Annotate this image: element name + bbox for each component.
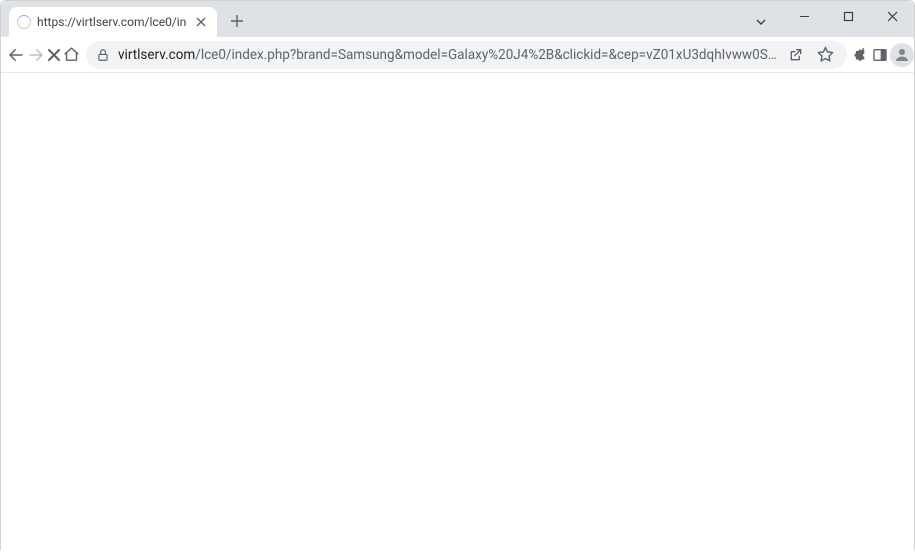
panel-icon: [872, 47, 888, 63]
chevron-down-icon: [755, 16, 767, 28]
back-button[interactable]: [7, 41, 25, 69]
title-bar: https://virtlserv.com/lce0/index.p: [1, 1, 914, 37]
puzzle-icon: [853, 46, 870, 63]
maximize-button[interactable]: [826, 1, 870, 31]
arrow-right-icon: [27, 46, 45, 64]
side-panel-button[interactable]: [872, 41, 888, 69]
close-icon: [47, 48, 61, 62]
url-domain: virtlserv.com: [118, 47, 195, 63]
url-path: /lce0/index.php?brand=Samsung&model=Gala…: [195, 47, 777, 63]
new-tab-button[interactable]: [223, 7, 251, 35]
share-icon: [788, 47, 804, 63]
share-button[interactable]: [785, 44, 807, 66]
home-button[interactable]: [63, 41, 80, 69]
toolbar: virtlserv.com/lce0/index.php?brand=Samsu…: [1, 37, 914, 73]
tab-title: https://virtlserv.com/lce0/index.p: [37, 15, 187, 29]
minimize-icon: [799, 11, 810, 22]
loading-spinner-icon: [17, 15, 31, 29]
extensions-button[interactable]: [853, 41, 870, 69]
lock-icon: [96, 48, 110, 62]
maximize-icon: [843, 11, 854, 22]
minimize-button[interactable]: [782, 1, 826, 31]
window-controls: [782, 1, 914, 31]
url-text: virtlserv.com/lce0/index.php?brand=Samsu…: [118, 47, 777, 63]
person-icon: [893, 46, 911, 64]
address-bar[interactable]: virtlserv.com/lce0/index.php?brand=Samsu…: [86, 41, 847, 69]
home-icon: [63, 46, 80, 63]
close-tab-button[interactable]: [193, 14, 209, 30]
browser-tab[interactable]: https://virtlserv.com/lce0/index.p: [9, 7, 217, 37]
tab-search-button[interactable]: [744, 7, 778, 37]
bookmark-button[interactable]: [815, 44, 837, 66]
star-icon: [817, 46, 834, 63]
forward-button[interactable]: [27, 41, 45, 69]
page-content: [1, 73, 914, 555]
avatar: [890, 43, 914, 67]
plus-icon: [230, 14, 244, 28]
close-icon: [196, 17, 206, 27]
arrow-left-icon: [7, 46, 25, 64]
stop-button[interactable]: [47, 41, 61, 69]
close-icon: [887, 11, 898, 22]
tab-strip: https://virtlserv.com/lce0/index.p: [1, 1, 744, 37]
profile-button[interactable]: [890, 41, 914, 69]
close-window-button[interactable]: [870, 1, 914, 31]
